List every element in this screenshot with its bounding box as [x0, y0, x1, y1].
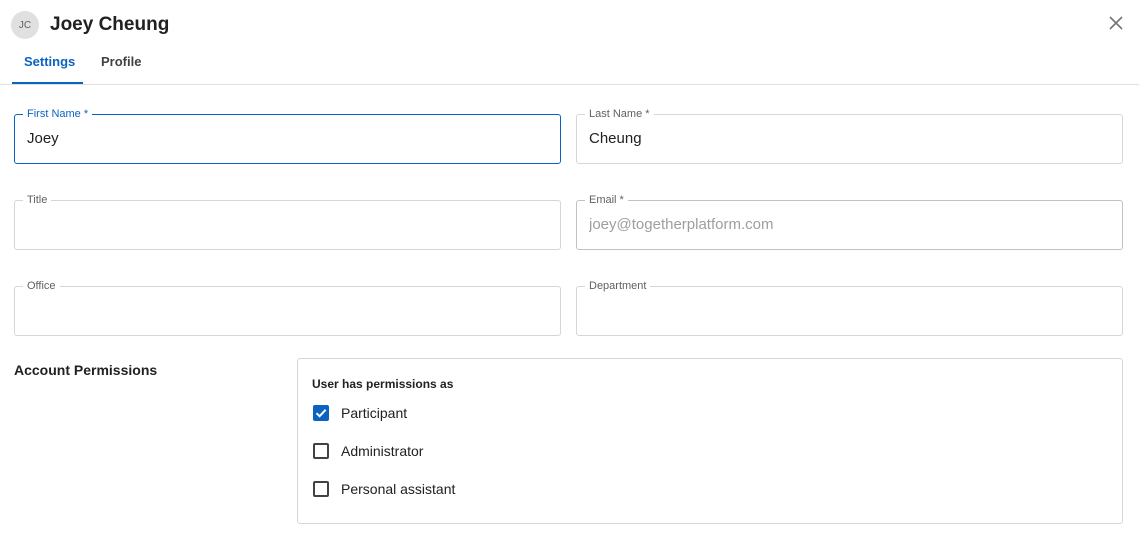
- email-input[interactable]: [589, 216, 1109, 233]
- last-name-label: Last Name *: [585, 107, 654, 121]
- personal-assistant-checkbox[interactable]: [313, 481, 329, 497]
- active-tab-indicator: [12, 82, 83, 84]
- participant-label: Participant: [341, 405, 408, 421]
- personal-assistant-label: Personal assistant: [341, 481, 456, 497]
- dialog-header: JC Joey Cheung Settings Profile: [0, 0, 1139, 85]
- title-input[interactable]: [27, 216, 547, 233]
- administrator-checkbox[interactable]: [313, 443, 329, 459]
- close-button[interactable]: [1105, 12, 1127, 34]
- first-name-field: First Name *: [14, 107, 561, 164]
- department-field: Department: [576, 279, 1123, 336]
- administrator-label: Administrator: [341, 443, 424, 459]
- personal-assistant-checkbox-item[interactable]: Personal assistant: [313, 481, 455, 497]
- checkmark-icon: [315, 409, 327, 418]
- last-name-input[interactable]: [589, 130, 1109, 147]
- last-name-field: Last Name *: [576, 107, 1123, 164]
- department-input[interactable]: [589, 302, 1109, 319]
- first-name-label: First Name *: [23, 107, 93, 121]
- participant-checkbox-item[interactable]: Participant: [313, 405, 407, 421]
- avatar: JC: [11, 11, 39, 39]
- title-field: Title: [14, 193, 561, 250]
- office-label: Office: [23, 279, 60, 293]
- page-title: Joey Cheung: [50, 14, 170, 35]
- email-label: Email *: [585, 193, 628, 207]
- permissions-panel: User has permissions as Participant Admi…: [297, 358, 1123, 524]
- account-permissions-title: Account Permissions: [14, 362, 158, 378]
- office-input[interactable]: [27, 302, 547, 319]
- tab-profile[interactable]: Profile: [101, 54, 141, 69]
- tab-settings[interactable]: Settings: [24, 54, 75, 69]
- first-name-input[interactable]: [27, 130, 547, 147]
- email-field: Email *: [576, 193, 1123, 250]
- close-icon: [1109, 16, 1123, 30]
- department-label: Department: [585, 279, 651, 293]
- office-field: Office: [14, 279, 561, 336]
- title-label: Title: [23, 193, 52, 207]
- permissions-heading: User has permissions as: [312, 377, 454, 391]
- participant-checkbox[interactable]: [313, 405, 329, 421]
- administrator-checkbox-item[interactable]: Administrator: [313, 443, 423, 459]
